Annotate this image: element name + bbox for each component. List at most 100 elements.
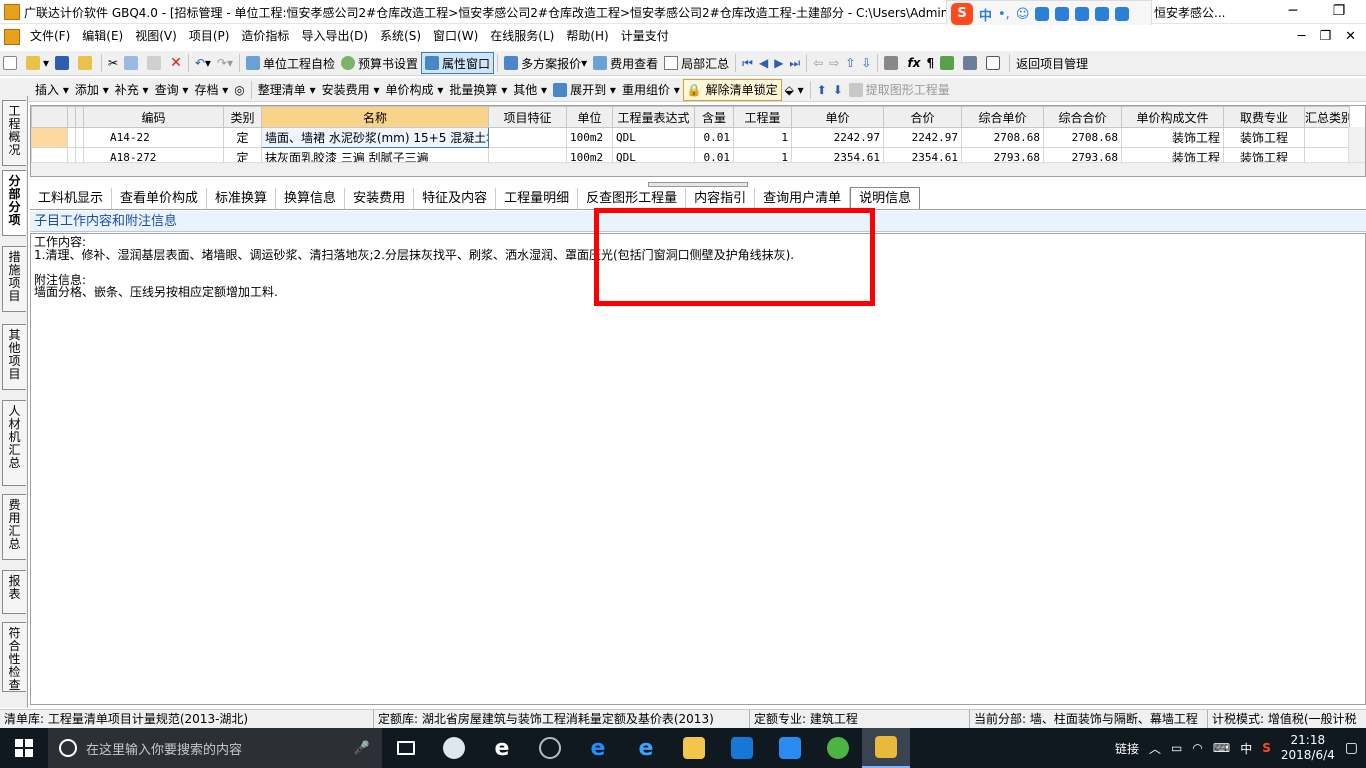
cut-button[interactable]: ✂ [105,52,121,74]
tab-other-items[interactable]: 其他项目 [2,324,26,390]
header-content[interactable]: 含量 [694,106,734,128]
new-button[interactable] [0,52,23,74]
return-project-button[interactable]: 返回项目管理 [1013,52,1091,74]
other-menu[interactable]: 其他 ▾ [510,79,550,101]
cell-summary-type[interactable] [1304,127,1350,148]
task-view-button[interactable] [382,728,430,768]
emoji-icon[interactable]: ☺ [1016,7,1030,22]
grid-vertical-scrollbar[interactable] [1348,127,1365,163]
header-fee-major[interactable]: 取费专业 [1223,106,1305,128]
archive-menu[interactable]: 存档 ▾ [191,79,231,101]
header-code[interactable]: 编码 [83,106,224,128]
forward-button[interactable]: ⇨ [826,52,842,74]
menu-edit[interactable]: 编辑(E) [76,25,129,48]
tray-clock[interactable]: 21:18 2018/6/4 [1281,733,1335,763]
down-button[interactable]: ⇩ [858,52,874,74]
tray-keyboard-icon[interactable]: ⌨ [1213,741,1230,755]
calculator-button[interactable] [881,52,904,74]
menu-cost-index[interactable]: 造价指标 [235,25,295,48]
skin-icon[interactable] [1095,7,1110,21]
row-selector[interactable] [31,127,68,148]
menu-import-export[interactable]: 导入导出(D) [295,25,374,48]
tray-link[interactable]: 链接 [1115,740,1139,757]
notification-icon[interactable]: ▢ [1345,740,1358,756]
tab-compliance-check[interactable]: 符合性检查 [2,622,26,692]
tab-user-bill[interactable]: 查询用户清单 [755,188,851,209]
cell-expr[interactable]: QDL [612,127,695,148]
menu-view[interactable]: 视图(V) [129,25,183,48]
save-button[interactable] [52,52,75,74]
header-comp-total[interactable]: 综合合价 [1043,106,1122,128]
ime-mode[interactable]: 中 [979,5,992,24]
insert-menu[interactable]: 插入 ▾ [32,79,72,101]
header-feature[interactable]: 项目特征 [488,106,567,128]
taskbar-app-pinwheel[interactable] [430,728,478,768]
menu-online[interactable]: 在线服务(L) [484,25,560,48]
prev-button[interactable]: ◀ [756,52,771,74]
grid-horizontal-scrollbar[interactable] [31,162,1365,176]
taskbar-app-ie2[interactable]: e [622,728,670,768]
minimize-button[interactable]: ─ [1270,0,1316,24]
menu-file[interactable]: 文件(F) [24,25,76,48]
table-row[interactable]: A14-22 定 墙面、墙裙 水泥砂浆(mm) 15+5 混凝土墙 100m2 … [31,127,1350,148]
unlock-bill-button[interactable]: 🔒 解除清单锁定 [682,78,782,101]
tab-description[interactable]: 说明信息 [850,187,921,209]
cell-name[interactable]: 墙面、墙裙 水泥砂浆(mm) 15+5 混凝土墙 [261,127,489,148]
tab-install-fee[interactable]: 安装费用 [345,188,415,209]
tray-wifi-icon[interactable]: ◠ [1192,741,1202,755]
mdi-minimize-button[interactable]: ─ [1298,29,1306,44]
user-icon[interactable] [1075,7,1090,21]
tray-sogou-icon[interactable]: S [1262,741,1271,755]
tab-convert-info[interactable]: 换算信息 [276,188,346,209]
material-button[interactable] [937,52,960,74]
menu-help[interactable]: 帮助(H) [560,25,614,48]
microphone-icon[interactable]: 🎤 [354,741,370,756]
sogou-icon[interactable]: S [951,3,973,25]
ime-toolbar[interactable]: S 中 •, ☺ [946,0,1152,28]
cell-type[interactable]: 定 [223,127,262,148]
multi-scheme-button[interactable]: 多方案报价 ▾ [501,52,590,74]
header-unit[interactable]: 单位 [566,106,613,128]
unit-check-button[interactable]: 单位工程自检 [243,52,338,74]
cell-comp-unit-price[interactable]: 2708.68 [961,127,1044,148]
install-fee-menu[interactable]: 安装费用 ▾ [319,79,383,101]
extract-graphic-button[interactable]: 提取图形工程量 [846,79,953,101]
pane-splitter[interactable] [648,182,748,187]
header-comp-unit-price[interactable]: 综合单价 [961,106,1044,128]
microphone-icon[interactable] [1035,7,1050,21]
paragraph-button[interactable]: ¶ [923,52,937,74]
delete-button[interactable]: ✕ [167,52,185,74]
tab-feature-content[interactable]: 特征及内容 [414,188,497,209]
tab-content-guide[interactable]: 内容指引 [686,188,756,209]
print-button[interactable] [960,52,983,74]
first-button[interactable]: ⏮ [739,52,756,74]
tab-sections[interactable]: 分部分项 [2,170,26,236]
folder-button[interactable] [75,52,98,74]
cell-feature[interactable] [488,127,567,148]
organize-menu[interactable]: 整理清单 ▾ [255,79,319,101]
undo-button[interactable]: ↶ ▾ [192,52,214,74]
cell-unit[interactable]: 100m2 [566,127,613,148]
copy-button[interactable] [121,52,144,74]
last-button[interactable]: ⏭ [786,52,803,74]
header-quantity[interactable]: 工程量 [733,106,792,128]
tab-labor-material-summary[interactable]: 人材机汇总 [2,400,26,486]
move-down-button[interactable]: ⬇ [830,79,846,101]
tab-unit-compose[interactable]: 查看单价构成 [112,188,208,209]
cell-code[interactable]: A14-22 [83,127,224,148]
header-total-price[interactable]: 合价 [883,106,962,128]
taskbar-app-g[interactable] [718,728,766,768]
tab-graphic-quantity[interactable]: 反查图形工程量 [578,188,687,209]
unit-compose-menu[interactable]: 单价构成 ▾ [383,79,447,101]
document-icon[interactable] [4,28,20,45]
expand-to-menu[interactable]: 展开到 ▾ [550,79,619,101]
tab-measures[interactable]: 措施项目 [2,246,26,312]
taskbar-app-ie[interactable]: e [478,728,526,768]
cell-fee-major[interactable]: 装饰工程 [1223,127,1305,148]
tab-labor-material[interactable]: 工料机显示 [30,188,113,209]
taskbar-app-edge[interactable]: e [574,728,622,768]
tab-reports[interactable]: 报表 [2,570,26,614]
taskbar-app-explorer[interactable] [670,728,718,768]
start-button[interactable] [0,728,48,768]
property-window-button[interactable]: 属性窗口 [421,52,495,74]
